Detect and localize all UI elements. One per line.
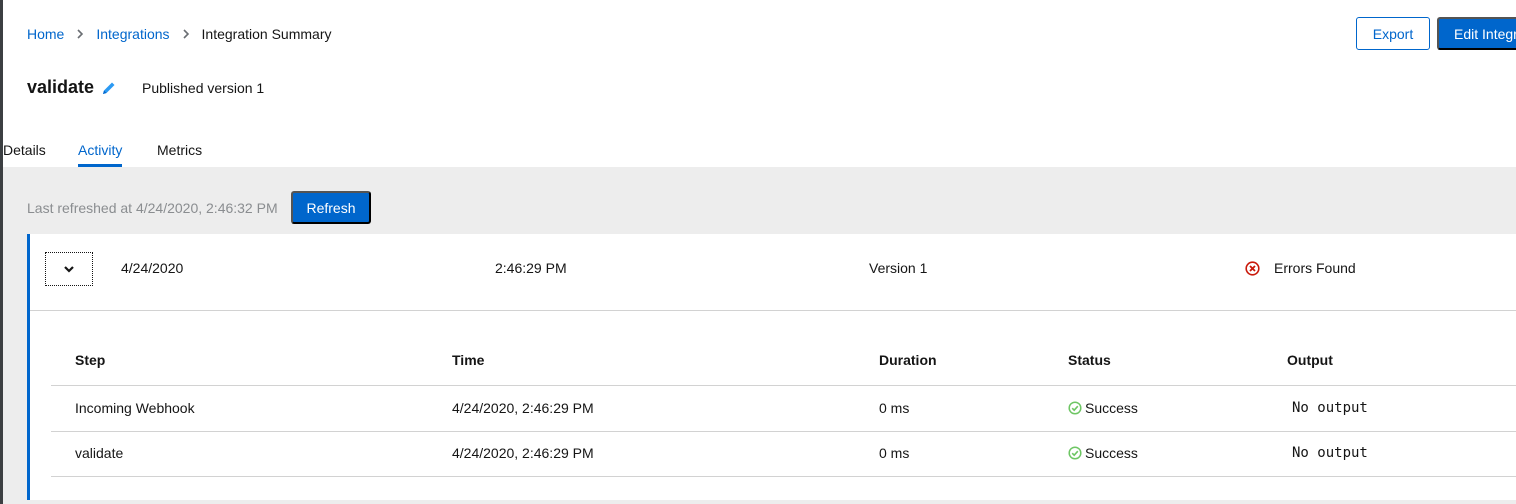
step-duration: 0 ms <box>879 400 910 416</box>
edit-integration-button[interactable]: Edit Integration <box>1437 17 1516 50</box>
step-time: 4/24/2020, 2:46:29 PM <box>452 445 594 461</box>
check-circle-icon <box>1068 446 1082 460</box>
title-row: validate <box>27 77 117 98</box>
integration-name: validate <box>27 77 95 97</box>
entry-status-label: Errors Found <box>1274 260 1356 276</box>
step-time: 4/24/2020, 2:46:29 PM <box>452 400 594 416</box>
last-refreshed-text: Last refreshed at 4/24/2020, 2:46:32 PM <box>27 200 278 216</box>
error-circle-icon <box>1245 260 1260 276</box>
step-status: Success <box>1068 400 1138 416</box>
step-status-label: Success <box>1085 445 1138 461</box>
row-divider <box>51 385 1516 386</box>
step-name: Incoming Webhook <box>75 400 195 416</box>
refresh-button[interactable]: Refresh <box>291 191 371 224</box>
expand-toggle-button[interactable] <box>45 252 93 286</box>
activity-entry-card: 4/24/2020 2:46:29 PM Version 1 Errors Fo… <box>27 234 1516 500</box>
divider <box>30 310 1516 311</box>
step-status: Success <box>1068 445 1138 461</box>
export-button[interactable]: Export <box>1356 17 1430 50</box>
step-name: validate <box>75 445 124 461</box>
chevron-right-icon <box>70 26 90 42</box>
column-header-time: Time <box>452 352 485 368</box>
breadcrumb: Home Integrations Integration Summary <box>27 26 331 42</box>
pencil-icon[interactable] <box>101 80 117 96</box>
chevron-down-icon <box>63 262 75 277</box>
check-circle-icon <box>1068 401 1082 415</box>
entry-time: 2:46:29 PM <box>495 260 567 276</box>
entry-status: Errors Found <box>1245 260 1356 276</box>
column-header-duration: Duration <box>879 352 937 368</box>
tab-activity[interactable]: Activity <box>78 142 123 167</box>
step-output: No output <box>1292 445 1368 461</box>
row-divider <box>51 431 1516 432</box>
column-header-step: Step <box>75 352 106 368</box>
chevron-right-icon <box>176 26 196 42</box>
published-version: Published version 1 <box>142 80 265 96</box>
breadcrumb-home-link[interactable]: Home <box>27 26 64 42</box>
entry-version: Version 1 <box>869 260 928 276</box>
step-duration: 0 ms <box>879 445 910 461</box>
tab-metrics[interactable]: Metrics <box>157 142 202 167</box>
row-divider <box>51 476 1516 477</box>
entry-date: 4/24/2020 <box>121 260 184 276</box>
tab-details[interactable]: Details <box>3 142 46 167</box>
step-status-label: Success <box>1085 400 1138 416</box>
breadcrumb-integrations-link[interactable]: Integrations <box>96 26 169 42</box>
breadcrumb-current: Integration Summary <box>201 26 332 42</box>
column-header-status: Status <box>1068 352 1111 368</box>
step-output: No output <box>1292 400 1368 416</box>
column-header-output: Output <box>1287 352 1333 368</box>
